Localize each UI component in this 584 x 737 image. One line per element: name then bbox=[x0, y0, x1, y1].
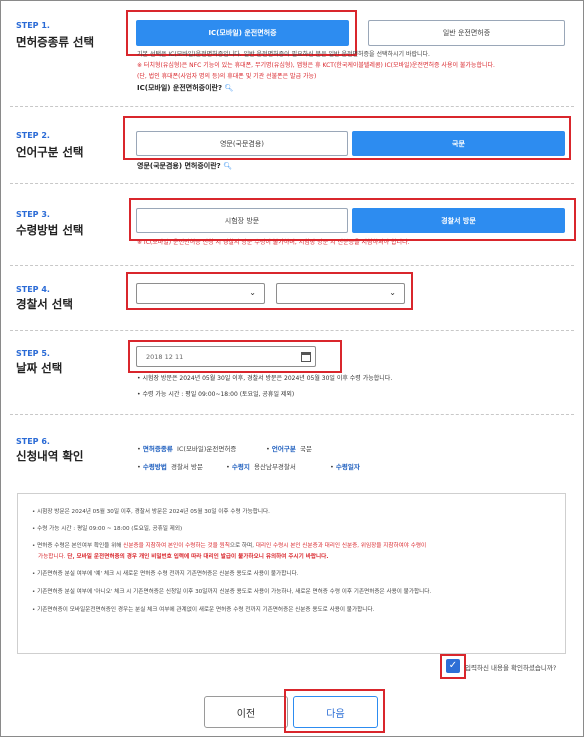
date-value: 2018 12 11 bbox=[146, 352, 184, 361]
notice-line-3a: 면허증 수령은 본인여부 확인을 위해 bbox=[37, 543, 124, 549]
option-test-center-visit[interactable]: 시험장 방문 bbox=[136, 208, 348, 233]
police-station-select[interactable]: ⌄ bbox=[276, 283, 405, 304]
notice-line-2: • 수령 가능 시간 : 평일 09:00 ~ 18:00 (토요일, 공휴일 … bbox=[32, 526, 183, 532]
step1-warning: ※ 터치형(유심형)은 NFC 기능이 있는 휴대폰, 무기명(유심형), 앱형… bbox=[137, 62, 495, 69]
summary-date-key: 수령일자 bbox=[335, 463, 360, 471]
divider bbox=[10, 183, 574, 184]
summary-method-value: 경찰서 방문 bbox=[170, 463, 203, 471]
step2-title: 언어구분 선택 bbox=[16, 145, 84, 159]
step4-label: STEP 4. bbox=[16, 285, 50, 294]
summary-license-type-value: IC(모바일)운전면허증 bbox=[176, 445, 237, 453]
summary-place-value: 용산남부경찰서 bbox=[254, 463, 296, 471]
notice-line-6-text: 기존면허증 분실 여부에 '아니오' 체크 시 기존면허증은 신청일 이후 30… bbox=[37, 589, 432, 595]
step5-label: STEP 5. bbox=[16, 349, 50, 358]
notice-line-7-text: 기존면허증이 모바일운전면허증인 경우는 분실 체크 여부에 관계없이 새로운 … bbox=[37, 607, 375, 613]
notice-line-3b: 신분증을 지참하여 본인이 수령하는 것을 원칙 bbox=[123, 543, 230, 549]
divider bbox=[10, 414, 574, 415]
notice-line-6: • 기존면허증 분실 여부에 '아니오' 체크 시 기존면허증은 신청일 이후 … bbox=[32, 589, 432, 595]
option-korean-license[interactable]: 국문 bbox=[352, 131, 565, 156]
summary-place-key: 수령지 bbox=[231, 463, 250, 471]
confirm-label: 입력하신 내용을 확인하셨습니까? bbox=[465, 664, 557, 672]
calendar-icon[interactable] bbox=[301, 352, 311, 362]
step4-title: 경찰서 선택 bbox=[16, 297, 73, 311]
notice-line-3d: 대리인 수령시 본인 신분증과 대리인 신분증, 위임장을 지참하여야 수령이 bbox=[255, 543, 427, 549]
step3-warning: ※ IC(모바일) 운전면허증 신청 시 경찰서 방문 수령이 불가하며, 시험… bbox=[137, 239, 410, 246]
option-police-station-visit[interactable]: 경찰서 방문 bbox=[352, 208, 565, 233]
summary-language-value: 국문 bbox=[299, 445, 312, 453]
summary-method-key: 수령방법 bbox=[142, 463, 167, 471]
date-input[interactable]: 2018 12 11 bbox=[136, 346, 316, 367]
notice-line-3c: 으로 하며, bbox=[229, 543, 256, 549]
step3-label: STEP 3. bbox=[16, 210, 50, 219]
notice-line-1-text: 시험장 방문은 2024년 05월 30일 이후, 경찰서 방문은 2024년 … bbox=[37, 509, 270, 515]
option-english-license[interactable]: 영문(국문겸용) bbox=[136, 131, 348, 156]
summary-method: • 수령방법 경찰서 방문 bbox=[137, 463, 203, 471]
step1-label: STEP 1. bbox=[16, 21, 50, 30]
notice-line-5: • 기존면허증 분실 여부에 '예' 체크 시 새로운 면허증 수령 전까지 기… bbox=[32, 571, 299, 577]
step1-title: 면허증종류 선택 bbox=[16, 35, 95, 49]
english-license-info-link[interactable]: 영문(국문겸용) 면허증이란? 🔍︎ bbox=[137, 161, 232, 171]
step2-label: STEP 2. bbox=[16, 131, 50, 140]
notice-line-2-text: 수령 가능 시간 : 평일 09:00 ~ 18:00 (토요일, 공휴일 제외… bbox=[37, 526, 183, 532]
summary-place: • 수령지 용산남부경찰서 bbox=[226, 463, 296, 471]
step1-note: 기본 선택은 IC(모바일)운전면허증입니다. 일반 운전면허증이 필요하신 분… bbox=[137, 51, 430, 58]
summary-license-type: • 면허증종류 IC(모바일)운전면허증 bbox=[137, 445, 237, 453]
prev-button[interactable]: 이전 bbox=[204, 696, 288, 728]
summary-license-type-key: 면허증종류 bbox=[142, 445, 173, 453]
english-license-info-text: 영문(국문겸용) 면허증이란? bbox=[137, 162, 221, 170]
region-select[interactable]: ⌄ bbox=[136, 283, 265, 304]
divider bbox=[10, 330, 574, 331]
ic-license-info-text: IC(모바일) 운전면허증이란? bbox=[137, 84, 223, 92]
step5-bullet-2-text: 수령 가능 시간 : 평일 09:00~18:00 (토요일, 공휴일 제외) bbox=[142, 391, 295, 398]
notice-line-3: • 면허증 수령은 본인여부 확인을 위해 신분증을 지참하여 본인이 수령하는… bbox=[32, 543, 427, 549]
option-general-license[interactable]: 일반 운전면허증 bbox=[368, 20, 565, 46]
confirm-checkbox[interactable]: ✓ bbox=[446, 659, 460, 673]
summary-language-key: 언어구분 bbox=[271, 445, 296, 453]
notice-line-1: • 시험장 방문은 2024년 05월 30일 이후, 경찰서 방문은 2024… bbox=[32, 509, 270, 515]
divider bbox=[10, 265, 574, 266]
step1-warning-2: (단, 법인 휴대폰(사업자 명의 등)의 휴대폰 및 기관 선불폰은 발급 가… bbox=[137, 73, 317, 80]
notice-line-5-text: 기존면허증 분실 여부에 '예' 체크 시 새로운 면허증 수령 전까지 기존면… bbox=[37, 571, 299, 577]
notice-line-4: 가능합니다. 단, 모바일 운전면허증의 경우 개인 비밀번호 입력에 따라 대… bbox=[38, 552, 328, 560]
notice-line-4b: 단, 모바일 운전면허증의 경우 개인 비밀번호 입력에 따라 대리인 발급이 … bbox=[67, 554, 329, 560]
ic-license-info-link[interactable]: IC(모바일) 운전면허증이란? 🔍︎ bbox=[137, 83, 233, 93]
notice-box: • 시험장 방문은 2024년 05월 30일 이후, 경찰서 방문은 2024… bbox=[17, 493, 566, 654]
notice-line-7: • 기존면허증이 모바일운전면허증인 경우는 분실 체크 여부에 관계없이 새로… bbox=[32, 607, 375, 613]
summary-date: • 수령일자 bbox=[330, 463, 360, 471]
search-icon: 🔍︎ bbox=[224, 84, 234, 92]
step3-title: 수령방법 선택 bbox=[16, 223, 84, 237]
divider bbox=[10, 106, 574, 107]
step5-title: 날짜 선택 bbox=[16, 361, 63, 375]
next-button[interactable]: 다음 bbox=[293, 696, 378, 728]
step5-bullet-2: • 수령 가능 시간 : 평일 09:00~18:00 (토요일, 공휴일 제외… bbox=[137, 391, 295, 398]
step5-bullet-1-text: 시험장 방문은 2024년 05월 30일 이후, 경찰서 방문은 2024년 … bbox=[142, 375, 393, 382]
summary-language: • 언어구분 국문 bbox=[266, 445, 312, 453]
chevron-down-icon: ⌄ bbox=[249, 288, 256, 297]
step6-label: STEP 6. bbox=[16, 437, 50, 446]
step5-bullet-1: • 시험장 방문은 2024년 05월 30일 이후, 경찰서 방문은 2024… bbox=[137, 375, 393, 382]
chevron-down-icon: ⌄ bbox=[389, 288, 396, 297]
step6-title: 신청내역 확인 bbox=[16, 449, 84, 463]
notice-line-4a: 가능합니다. bbox=[38, 554, 68, 560]
search-icon: 🔍︎ bbox=[223, 162, 233, 170]
option-ic-license[interactable]: IC(모바일) 운전면허증 bbox=[136, 20, 349, 46]
